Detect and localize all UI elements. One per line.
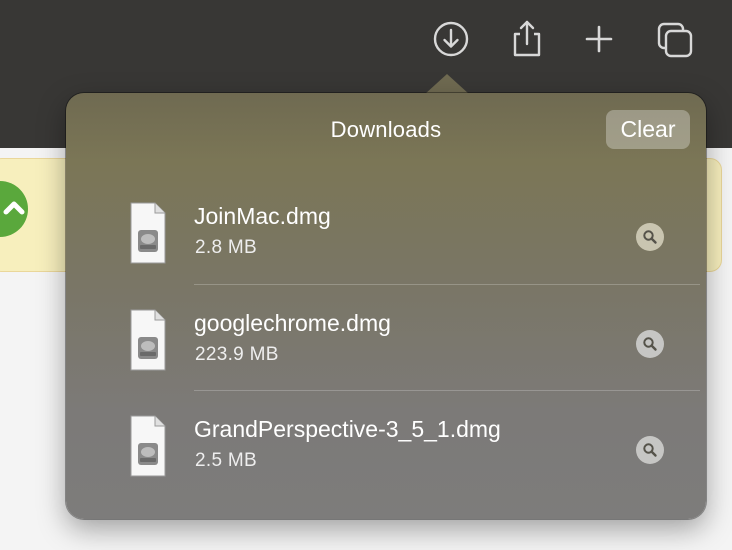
plus-icon — [585, 25, 613, 53]
file-name: googlechrome.dmg — [194, 310, 391, 336]
file-name: GrandPerspective-3_5_1.dmg — [194, 416, 501, 442]
reveal-in-finder-button[interactable] — [636, 330, 664, 358]
banner-badge — [0, 181, 28, 237]
file-size: 2.8 MB — [195, 237, 257, 258]
file-size: 223.9 MB — [195, 344, 279, 365]
popover-arrow — [425, 74, 469, 94]
file-name: JoinMac.dmg — [194, 203, 331, 229]
file-size: 2.5 MB — [195, 450, 257, 471]
downloads-button[interactable] — [430, 18, 472, 60]
arrow-down-circle-icon — [433, 21, 469, 57]
magnifier-icon — [643, 230, 657, 244]
reveal-in-finder-button[interactable] — [636, 436, 664, 464]
download-item[interactable]: googlechrome.dmg 223.9 MB — [66, 284, 706, 390]
disk-image-file-icon — [130, 415, 166, 477]
reveal-in-finder-button[interactable] — [636, 223, 664, 251]
share-button[interactable] — [505, 18, 547, 60]
magnifier-icon — [643, 337, 657, 351]
disk-image-file-icon — [130, 202, 166, 264]
chevron-up-icon — [3, 201, 25, 215]
clear-button[interactable]: Clear — [606, 110, 690, 149]
downloads-popover: Downloads Clear JoinMac.dmg 2.8 MB googl… — [66, 93, 706, 519]
magnifier-icon — [643, 443, 657, 457]
disk-image-file-icon — [130, 309, 166, 371]
download-item[interactable]: JoinMac.dmg 2.8 MB — [66, 177, 706, 283]
share-icon — [513, 20, 541, 57]
tab-overview-button[interactable] — [654, 18, 696, 60]
new-tab-button[interactable] — [578, 18, 620, 60]
tabs-overview-icon — [657, 22, 693, 58]
download-item[interactable]: GrandPerspective-3_5_1.dmg 2.5 MB — [66, 390, 706, 496]
